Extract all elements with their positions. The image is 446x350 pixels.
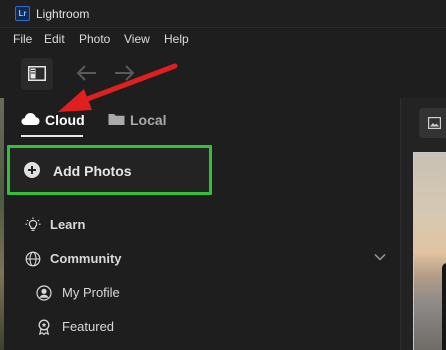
- chevron-down-icon[interactable]: [374, 253, 386, 261]
- menu-photo[interactable]: Photo: [79, 32, 110, 46]
- sidebar-item-my-profile[interactable]: My Profile: [0, 278, 400, 308]
- user-profile-icon: [36, 285, 52, 301]
- photo-thumbnail[interactable]: [413, 152, 446, 350]
- add-photos-label: Add Photos: [53, 163, 132, 179]
- add-circle-icon: [24, 162, 40, 178]
- tab-local-label: Local: [130, 112, 167, 128]
- sidebar-item-featured[interactable]: Featured: [0, 312, 400, 342]
- sidebar-item-community-label: Community: [50, 251, 122, 266]
- title-bar: Lr Lightroom: [0, 0, 446, 28]
- cloud-icon: [21, 113, 40, 125]
- menu-view[interactable]: View: [124, 32, 150, 46]
- add-photos-button[interactable]: Add Photos: [7, 145, 212, 195]
- forward-arrow-icon[interactable]: [113, 64, 135, 82]
- folder-icon: [108, 114, 125, 125]
- tab-cloud-label: Cloud: [45, 112, 85, 128]
- source-tabs: Cloud Local: [0, 98, 400, 140]
- sidebar-item-my-profile-label: My Profile: [62, 285, 120, 300]
- menu-help[interactable]: Help: [164, 32, 189, 46]
- sidebar-item-learn-label: Learn: [50, 217, 86, 232]
- photo-view-icon: [428, 117, 441, 129]
- active-tab-indicator: [21, 135, 83, 137]
- panel-toggle-button[interactable]: [21, 58, 53, 90]
- sidebar-panel-icon: [28, 66, 46, 81]
- menu-file[interactable]: File: [13, 32, 32, 46]
- lightroom-logo-icon: Lr: [15, 6, 30, 21]
- sidebar-item-learn[interactable]: Learn: [0, 210, 400, 240]
- award-ribbon-icon: [38, 319, 50, 335]
- view-mode-button[interactable]: [419, 108, 446, 138]
- menu-bar: File Edit Photo View Help: [0, 28, 446, 50]
- photo-grid-area: [400, 98, 446, 350]
- back-arrow-icon[interactable]: [76, 64, 98, 82]
- sidebar-item-featured-label: Featured: [62, 319, 115, 334]
- lightbulb-icon: [25, 217, 41, 231]
- tab-local[interactable]: Local: [108, 112, 167, 138]
- globe-icon: [25, 251, 41, 267]
- app-title: Lightroom: [36, 7, 90, 21]
- toolbar: [0, 50, 446, 98]
- sidebar-item-community[interactable]: Community: [0, 244, 400, 274]
- menu-edit[interactable]: Edit: [44, 32, 65, 46]
